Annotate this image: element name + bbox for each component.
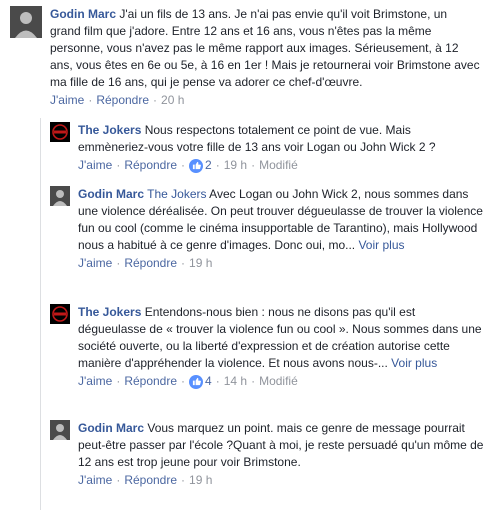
edited-label[interactable]: Modifié <box>259 374 298 389</box>
thumbs-up-icon <box>189 158 204 173</box>
comment-actions: J'aime · Répondre · 20 h <box>50 93 480 108</box>
comment-timestamp[interactable]: 19 h <box>189 256 212 271</box>
user-avatar[interactable] <box>50 420 70 440</box>
comment-author[interactable]: Godin Marc <box>78 187 144 201</box>
separator: · <box>215 374 220 388</box>
mention-link[interactable]: The Jokers <box>147 187 206 201</box>
reply-link[interactable]: Répondre <box>124 473 177 488</box>
comment-actions: J'aime · Répondre · 2 · 19 h · Modifié <box>78 158 484 173</box>
comment-author[interactable]: Godin Marc <box>78 421 144 435</box>
reply-link[interactable]: Répondre <box>124 256 177 271</box>
separator: · <box>215 158 220 172</box>
separator: · <box>181 256 186 270</box>
like-count[interactable]: 2 <box>189 158 212 173</box>
thread-line <box>40 118 41 510</box>
see-more-link[interactable]: Voir plus <box>391 356 437 370</box>
user-avatar[interactable] <box>50 186 70 206</box>
comment-timestamp[interactable]: 14 h <box>224 374 247 389</box>
reply-link[interactable]: Répondre <box>96 93 149 108</box>
like-link[interactable]: J'aime <box>50 93 84 108</box>
person-icon <box>50 420 70 440</box>
separator: · <box>116 374 121 388</box>
jokers-logo-icon <box>50 122 70 142</box>
separator: · <box>251 158 256 172</box>
reply-link[interactable]: Répondre <box>124 374 177 389</box>
page-avatar[interactable] <box>50 304 70 324</box>
reply-link[interactable]: Répondre <box>124 158 177 173</box>
like-link[interactable]: J'aime <box>78 158 112 173</box>
like-link[interactable]: J'aime <box>78 374 112 389</box>
separator: · <box>88 93 93 107</box>
separator: · <box>181 158 186 172</box>
comment-body: The Jokers Nous respectons totalement ce… <box>78 122 484 156</box>
reply-comment: The Jokers Nous respectons totalement ce… <box>50 122 488 173</box>
reply-comment: The Jokers Entendons-nous bien : nous ne… <box>50 304 488 389</box>
comment-body: Godin Marc J'ai un fils de 13 ans. Je n'… <box>50 6 480 91</box>
separator: · <box>153 93 158 107</box>
comment-author[interactable]: The Jokers <box>78 305 141 319</box>
separator: · <box>116 158 121 172</box>
comment-author[interactable]: Godin Marc <box>50 7 116 21</box>
like-link[interactable]: J'aime <box>78 473 112 488</box>
like-count-value: 2 <box>205 158 212 172</box>
page-avatar[interactable] <box>50 122 70 142</box>
like-count-value: 4 <box>205 374 212 388</box>
edited-label[interactable]: Modifié <box>259 158 298 173</box>
comment-actions: J'aime · Répondre · 4 · 14 h · Modifié <box>78 374 484 389</box>
person-icon <box>50 186 70 206</box>
reply-comment: Godin Marc Vous marquez un point. mais c… <box>50 420 488 488</box>
separator: · <box>181 473 186 487</box>
user-avatar[interactable] <box>10 6 42 38</box>
comment-timestamp[interactable]: 19 h <box>224 158 247 173</box>
comment: Godin Marc J'ai un fils de 13 ans. Je n'… <box>10 6 488 108</box>
comment-actions: J'aime · Répondre · 19 h <box>78 256 484 271</box>
comment-timestamp[interactable]: 20 h <box>161 93 184 108</box>
comment-timestamp[interactable]: 19 h <box>189 473 212 488</box>
comment-body: Godin Marc The Jokers Avec Logan ou John… <box>78 186 484 254</box>
thumbs-up-icon <box>189 374 204 389</box>
separator: · <box>116 473 121 487</box>
separator: · <box>116 256 121 270</box>
like-link[interactable]: J'aime <box>78 256 112 271</box>
jokers-logo-icon <box>50 304 70 324</box>
reply-comment: Godin Marc The Jokers Avec Logan ou John… <box>50 186 488 271</box>
comment-body: Godin Marc Vous marquez un point. mais c… <box>78 420 484 471</box>
comment-author[interactable]: The Jokers <box>78 123 141 137</box>
like-count[interactable]: 4 <box>189 374 212 389</box>
separator: · <box>181 374 186 388</box>
person-icon <box>10 6 42 38</box>
see-more-link[interactable]: Voir plus <box>358 238 404 252</box>
comment-body: The Jokers Entendons-nous bien : nous ne… <box>78 304 484 372</box>
separator: · <box>251 374 256 388</box>
comment-actions: J'aime · Répondre · 19 h <box>78 473 484 488</box>
